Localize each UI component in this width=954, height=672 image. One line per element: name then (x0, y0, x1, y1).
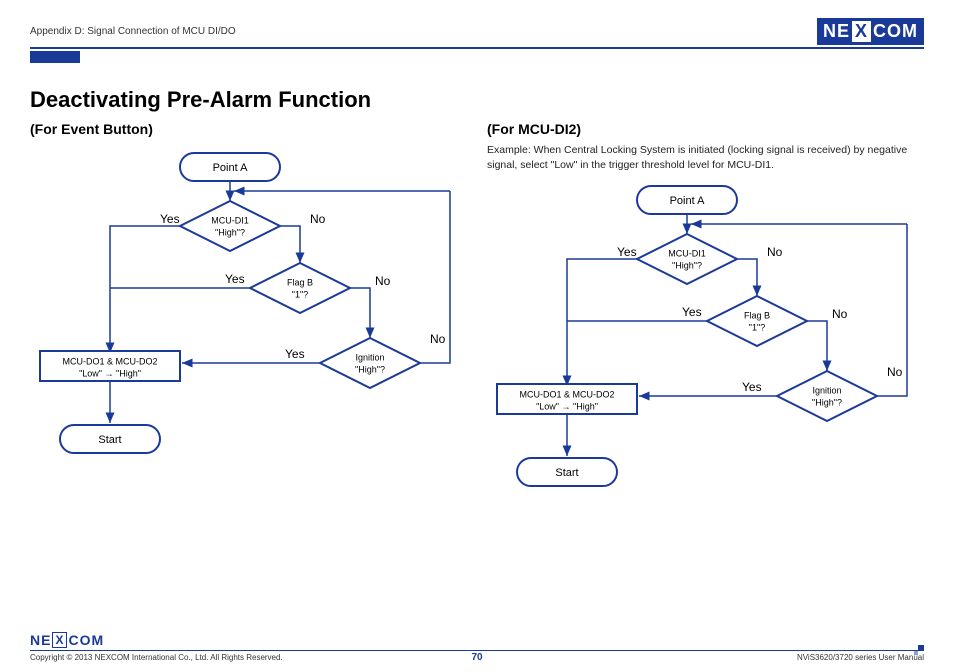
node-mcu-di1 (180, 201, 280, 251)
label-yes2: Yes (225, 272, 245, 286)
footer-logo-right: COM (68, 632, 104, 648)
footer-page-number: 70 (471, 652, 482, 663)
page-footer: NE X COM Copyright © 2013 NEXCOM Interna… (30, 632, 924, 662)
flowchart-event-button: Point A MCU-DI1 "High"? Yes No Flag B "1… (30, 143, 460, 473)
edge-no2 (807, 321, 827, 371)
flowchart-mcu-di2: Point A MCU-DI1 "High"? Yes No Flag B "1… (487, 176, 917, 506)
node-flag-b-l2: "1"? (292, 289, 308, 299)
label-yes2: Yes (682, 305, 702, 319)
logo-part-right: COM (873, 21, 918, 42)
node-do-l1: MCU-DO1 & MCU-DO2 (62, 356, 157, 366)
label-no1: No (310, 212, 326, 226)
edge-yes1 (567, 259, 637, 386)
node-point-a-text: Point A (670, 195, 706, 207)
label-yes3: Yes (742, 380, 762, 394)
footer-logo-left: NE (30, 632, 51, 648)
label-no2: No (375, 274, 391, 288)
footer-logo: NE X COM (30, 632, 924, 648)
footer-line: Copyright © 2013 NEXCOM International Co… (30, 650, 924, 662)
edge-no2 (350, 288, 370, 338)
right-example-text: Example: When Central Locking System is … (487, 143, 924, 172)
node-flag-b (250, 263, 350, 313)
node-do-l1: MCU-DO1 & MCU-DO2 (519, 390, 614, 400)
footer-copyright: Copyright © 2013 NEXCOM International Co… (30, 653, 283, 662)
footer-logo-mid: X (52, 632, 67, 648)
label-no1: No (767, 245, 783, 259)
node-flag-b (707, 296, 807, 346)
label-yes1: Yes (160, 212, 180, 226)
content-columns: (For Event Button) Point A MCU-DI1 "High… (30, 117, 924, 506)
node-start-text: Start (98, 434, 121, 446)
node-flag-b-l1: Flag B (287, 277, 313, 287)
node-do-l2: "Low" → "High" (79, 368, 141, 378)
node-mcu-di1 (637, 234, 737, 284)
header-bar: Appendix D: Signal Connection of MCU DI/… (30, 18, 924, 49)
node-mcu-di1-l2: "High"? (215, 227, 245, 237)
node-ignition-l2: "High"? (812, 398, 842, 408)
appendix-title: Appendix D: Signal Connection of MCU DI/… (30, 26, 236, 37)
page-title: Deactivating Pre-Alarm Function (30, 87, 924, 113)
brand-logo: NE X COM (817, 18, 924, 45)
label-no2: No (832, 307, 848, 321)
label-yes3: Yes (285, 347, 305, 361)
left-column: (For Event Button) Point A MCU-DI1 "High… (30, 117, 467, 506)
logo-part-left: NE (823, 21, 850, 42)
edge-yes1 (110, 226, 180, 353)
node-mcu-di1-l1: MCU-DI1 (668, 249, 706, 259)
node-mcu-di1-l2: "High"? (672, 261, 702, 271)
node-flag-b-l2: "1"? (749, 323, 765, 333)
label-yes1: Yes (617, 245, 637, 259)
node-do-l2: "Low" → "High" (536, 402, 598, 412)
edge-no1 (280, 226, 300, 263)
logo-part-mid: X (852, 21, 871, 42)
node-point-a-text: Point A (213, 162, 249, 174)
edge-no1 (737, 259, 757, 296)
node-mcu-di1-l1: MCU-DI1 (211, 215, 249, 225)
node-ignition (777, 371, 877, 421)
node-ignition-l2: "High"? (355, 364, 385, 374)
node-start-text: Start (555, 467, 578, 479)
label-no3: No (887, 365, 903, 379)
node-flag-b-l1: Flag B (744, 311, 770, 321)
footer-doc-name: NViS3620/3720 series User Manual (797, 653, 924, 662)
node-ignition-l1: Ignition (355, 352, 384, 362)
label-no3: No (430, 332, 446, 346)
header-accent-tab (30, 51, 80, 63)
node-ignition (320, 338, 420, 388)
left-subhead: (For Event Button) (30, 121, 467, 137)
footer-corner-mark-icon (914, 645, 924, 655)
right-column: (For MCU-DI2) Example: When Central Lock… (487, 117, 924, 506)
node-ignition-l1: Ignition (812, 386, 841, 396)
right-subhead: (For MCU-DI2) (487, 121, 924, 137)
